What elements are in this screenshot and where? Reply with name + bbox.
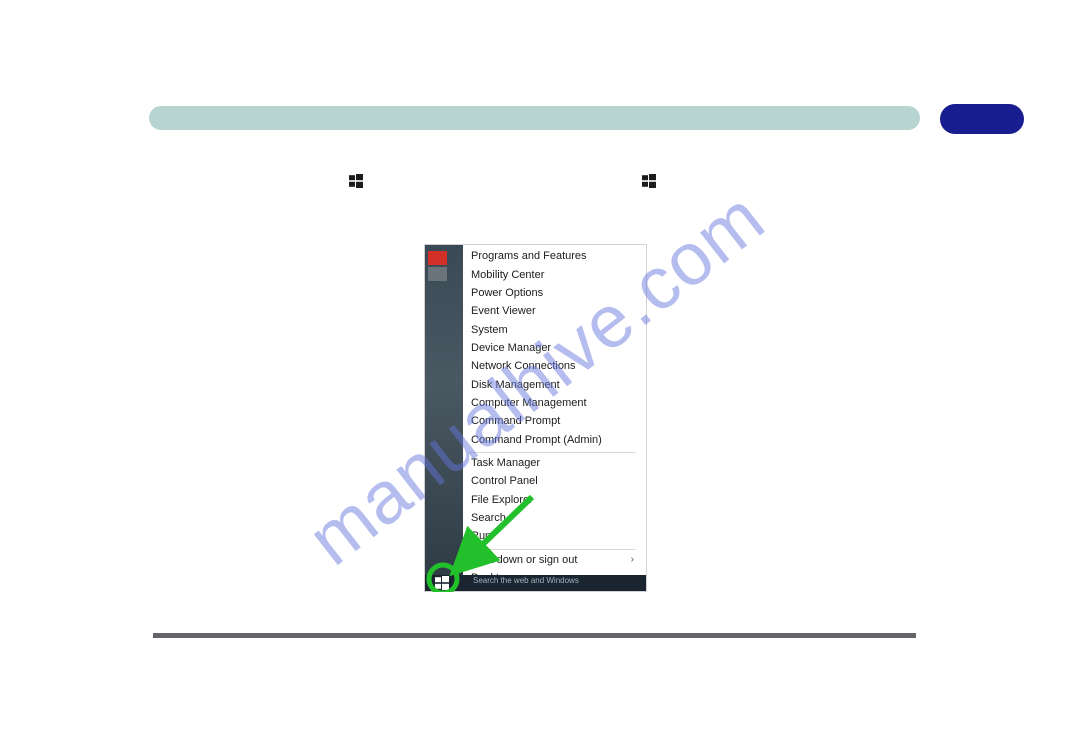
taskbar-search-hint: Search the web and Windows: [473, 576, 579, 585]
menu-item-search[interactable]: Search: [463, 510, 642, 528]
desktop-strip: [425, 245, 463, 591]
menu-item-control-panel[interactable]: Control Panel: [463, 473, 642, 491]
menu-item-computer-management[interactable]: Computer Management: [463, 395, 642, 413]
horizontal-rule: [153, 633, 916, 638]
menu-item-label: Shut down or sign out: [471, 554, 577, 566]
menu-item-task-manager[interactable]: Task Manager: [463, 455, 642, 473]
menu-item-network-connections[interactable]: Network Connections: [463, 358, 642, 376]
winx-menu: Programs and Features Mobility Center Po…: [463, 248, 642, 575]
menu-item-mobility-center[interactable]: Mobility Center: [463, 266, 642, 284]
menu-separator: [469, 549, 636, 550]
menu-separator: [469, 452, 636, 453]
menu-item-file-explorer[interactable]: File Explorer: [463, 491, 642, 509]
start-button[interactable]: [435, 576, 449, 590]
menu-item-event-viewer[interactable]: Event Viewer: [463, 303, 642, 321]
windows-logo-icon: [642, 174, 656, 188]
chevron-right-icon: ›: [631, 554, 634, 567]
menu-item-disk-management[interactable]: Disk Management: [463, 376, 642, 394]
menu-item-run[interactable]: Run: [463, 528, 642, 546]
windows-logo-icon: [349, 174, 363, 188]
menu-item-power-options[interactable]: Power Options: [463, 285, 642, 303]
menu-item-shutdown-signout[interactable]: Shut down or sign out ›: [463, 552, 642, 570]
taskbar-app-red: [428, 251, 447, 265]
taskbar-app-gray: [428, 267, 447, 281]
menu-item-programs-features[interactable]: Programs and Features: [463, 248, 642, 266]
taskbar: Search the web and Windows: [425, 575, 646, 591]
menu-item-command-prompt-admin[interactable]: Command Prompt (Admin): [463, 431, 642, 449]
header-pill: [940, 104, 1024, 134]
menu-item-device-manager[interactable]: Device Manager: [463, 340, 642, 358]
header-bar: [149, 106, 920, 130]
menu-item-command-prompt[interactable]: Command Prompt: [463, 413, 642, 431]
winx-menu-figure: Programs and Features Mobility Center Po…: [424, 244, 647, 592]
menu-item-system[interactable]: System: [463, 321, 642, 339]
